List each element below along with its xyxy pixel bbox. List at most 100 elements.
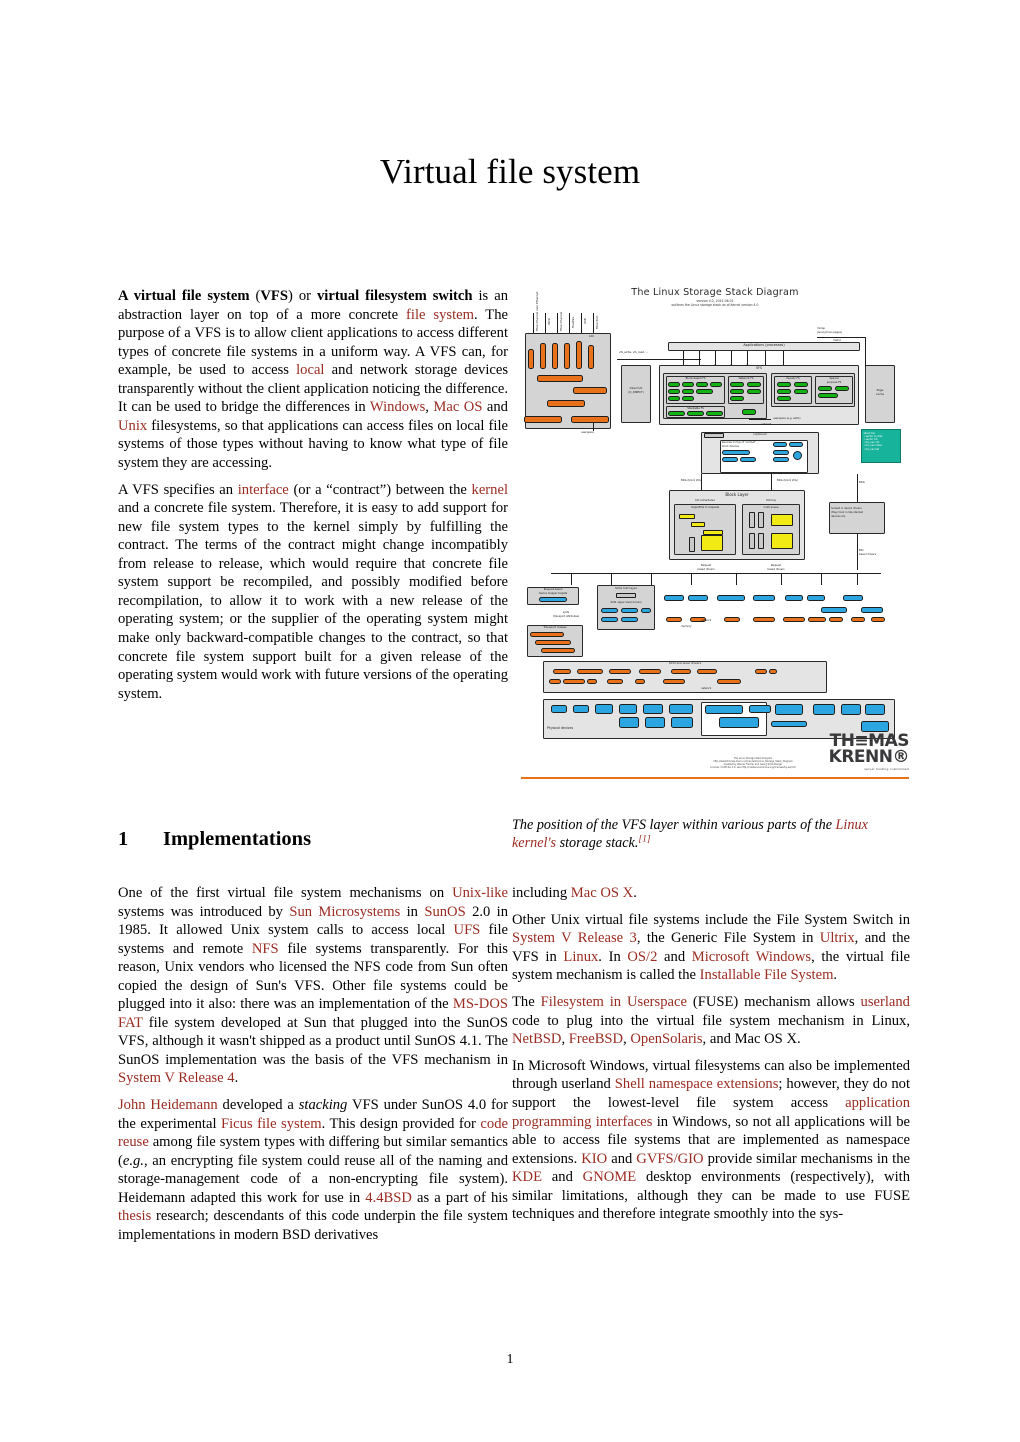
stackable-tag [704,433,724,438]
fs-group-pseudo-label: Pseudo FS [786,377,800,380]
link-interface[interactable]: interface [238,482,289,498]
fs-pill-overlayfs [687,411,704,416]
scsi-mid-layer-label: SCSI mid layer [615,586,637,590]
em-stacking: stacking [298,1097,348,1114]
fuse-pill [742,409,756,415]
fs-pill-ocfs [682,396,694,401]
malloc-label: malloc [833,339,842,342]
link-44bsd[interactable]: 4.4BSD [365,1190,412,1206]
link-gvfs-gio[interactable]: GVFS/GIO [636,1151,703,1167]
lld-megaraid [577,669,603,674]
applications-label: Applications (processes) [743,343,785,347]
lld-qla2xxx [639,669,661,674]
link-nfs[interactable]: NFS [252,941,279,957]
link-ufs[interactable]: UFS [454,922,481,938]
link-system-v-release-4[interactable]: System V Release 4 [118,1070,235,1086]
fs-pill-etc [747,389,761,394]
network-label-low: network [701,687,712,690]
link-linux[interactable]: Linux [563,949,598,965]
fs-pill-futexfs [794,389,808,394]
lio-pill-tcm-qla2xxx [552,343,558,369]
link-kernel[interactable]: kernel [472,482,508,498]
fs-pill-ext3 [682,382,694,387]
mq-queue-4 [758,533,764,549]
link-mac-os[interactable]: Mac OS [433,399,482,415]
phys-nvme-ssd [841,704,861,715]
lio-pill-tcm-fc [528,349,534,369]
link-local[interactable]: local [296,362,324,378]
fs-group-special-label: Special purpose FS [826,377,842,384]
scsi-upper-label: SCSI upper level drivers [610,601,642,604]
citation-ref-1[interactable]: [1] [638,834,650,845]
figure-title: The Linux Storage Stack Diagram [631,287,799,298]
scsi-upper-sdb [621,608,638,613]
link-microsoft-windows[interactable]: Microsoft Windows [692,949,811,965]
link-opensolaris[interactable]: OpenSolaris [630,1031,702,1047]
software-queues [771,514,793,526]
link-system-v-release-3[interactable]: System V Release 3 [512,930,637,946]
link-shell-namespace-extensions[interactable]: Shell namespace extensions [615,1076,779,1092]
lio-pill-tcm-usb-gadget [576,341,582,369]
lld-x1 [549,679,561,684]
phys-adaptec [619,717,639,728]
bios-label-1: BIOs (block I/Os) [681,479,702,482]
link-file-system[interactable]: file system [406,307,474,323]
lld-ahci [697,669,717,674]
vfs-label: VFS [756,366,762,370]
link-ficus-file-system[interactable]: Ficus file system [221,1116,322,1132]
link-windows[interactable]: Windows [370,399,425,415]
link-userland[interactable]: userland [861,994,910,1010]
link-filesystem-in-userspace[interactable]: Filesystem in Userspace [541,994,687,1010]
hw-dispatch-queues-1 [701,535,723,551]
phys-scsi [551,705,567,713]
devnode-nvme [821,607,847,613]
phys-mobile-flash [775,704,803,715]
thomas-krenn-logo: TH≡MAS KRENN® server hosting customized [829,733,910,772]
section1-right-paragraph-1: Other Unix virtual file systems include … [512,911,911,984]
direct-io-label: Direct I/O (O_DIRECT) [628,386,644,394]
linux-storage-stack-diagram: The Linux Storage Stack Diagram version … [521,287,910,797]
link-john-heidemann[interactable]: John Heidemann [118,1097,218,1113]
network-label-top: network [761,423,772,426]
userspace-label: userspace (e.g. sshfs) [773,417,801,420]
link-netbsd[interactable]: NetBSD [512,1031,561,1047]
transport-pill-fc [530,632,564,637]
fs-group-network-label: Network FS [738,377,754,380]
link-thesis[interactable]: thesis [118,1208,151,1224]
link-installable-file-system[interactable]: Installable File System [700,967,834,983]
section-heading-implementations: 1 Implementations [118,828,510,851]
port-label-fibreport: Fibre Port [595,315,599,329]
mq-queue-2 [758,512,764,528]
link-kio[interactable]: KIO [581,1151,607,1167]
bios-label-2: BIOs (block I/Os) [777,479,798,482]
intro-column: A virtual file system (VFS) or virtual f… [118,287,508,711]
devnode-mmcblk [717,595,745,601]
link-sunos[interactable]: SunOS [424,904,465,920]
section1-right-column: including Mac OS X. Other Unix virtual f… [512,884,910,1232]
port-label-fcoe: Fibre Channel over Ethernet [535,291,539,331]
link-unix[interactable]: Unix [118,418,147,434]
section1-right-paragraph-0: including Mac OS X. [512,885,637,901]
sysfs-label: sysfs (transport attributes) [552,611,580,618]
figure-caption: The position of the VFS layer within var… [512,817,868,851]
phys-sata [573,705,589,713]
link-kde[interactable]: KDE [512,1169,542,1185]
link-os2[interactable]: OS/2 [627,949,657,965]
fs-pill-xfs [710,382,722,387]
section1-left-paragraph-1: One of the first virtual file system mec… [118,885,509,1087]
lio-pill-target-core-file [573,387,607,394]
phys-emulex [645,717,665,728]
fs-pill-nfs [730,382,744,387]
link-freebsd[interactable]: FreeBSD [569,1031,623,1047]
link-sun-microsystems[interactable]: Sun Microsystems [289,904,400,920]
link-gnome[interactable]: GNOME [583,1169,637,1185]
phys-virtio-blk [749,705,771,713]
phys-sd-mmc [771,721,807,727]
lio-pill-target-core-mod [537,375,583,382]
physical-devices-label: Physical devices [547,726,574,730]
link-ultrix[interactable]: Ultrix [820,930,855,946]
fs-pill-sysfs [794,382,808,387]
link-mac-os-x[interactable]: Mac OS X [571,885,633,901]
link-unix-like[interactable]: Unix-like [452,885,508,901]
scsi-upper-sda [601,608,618,613]
